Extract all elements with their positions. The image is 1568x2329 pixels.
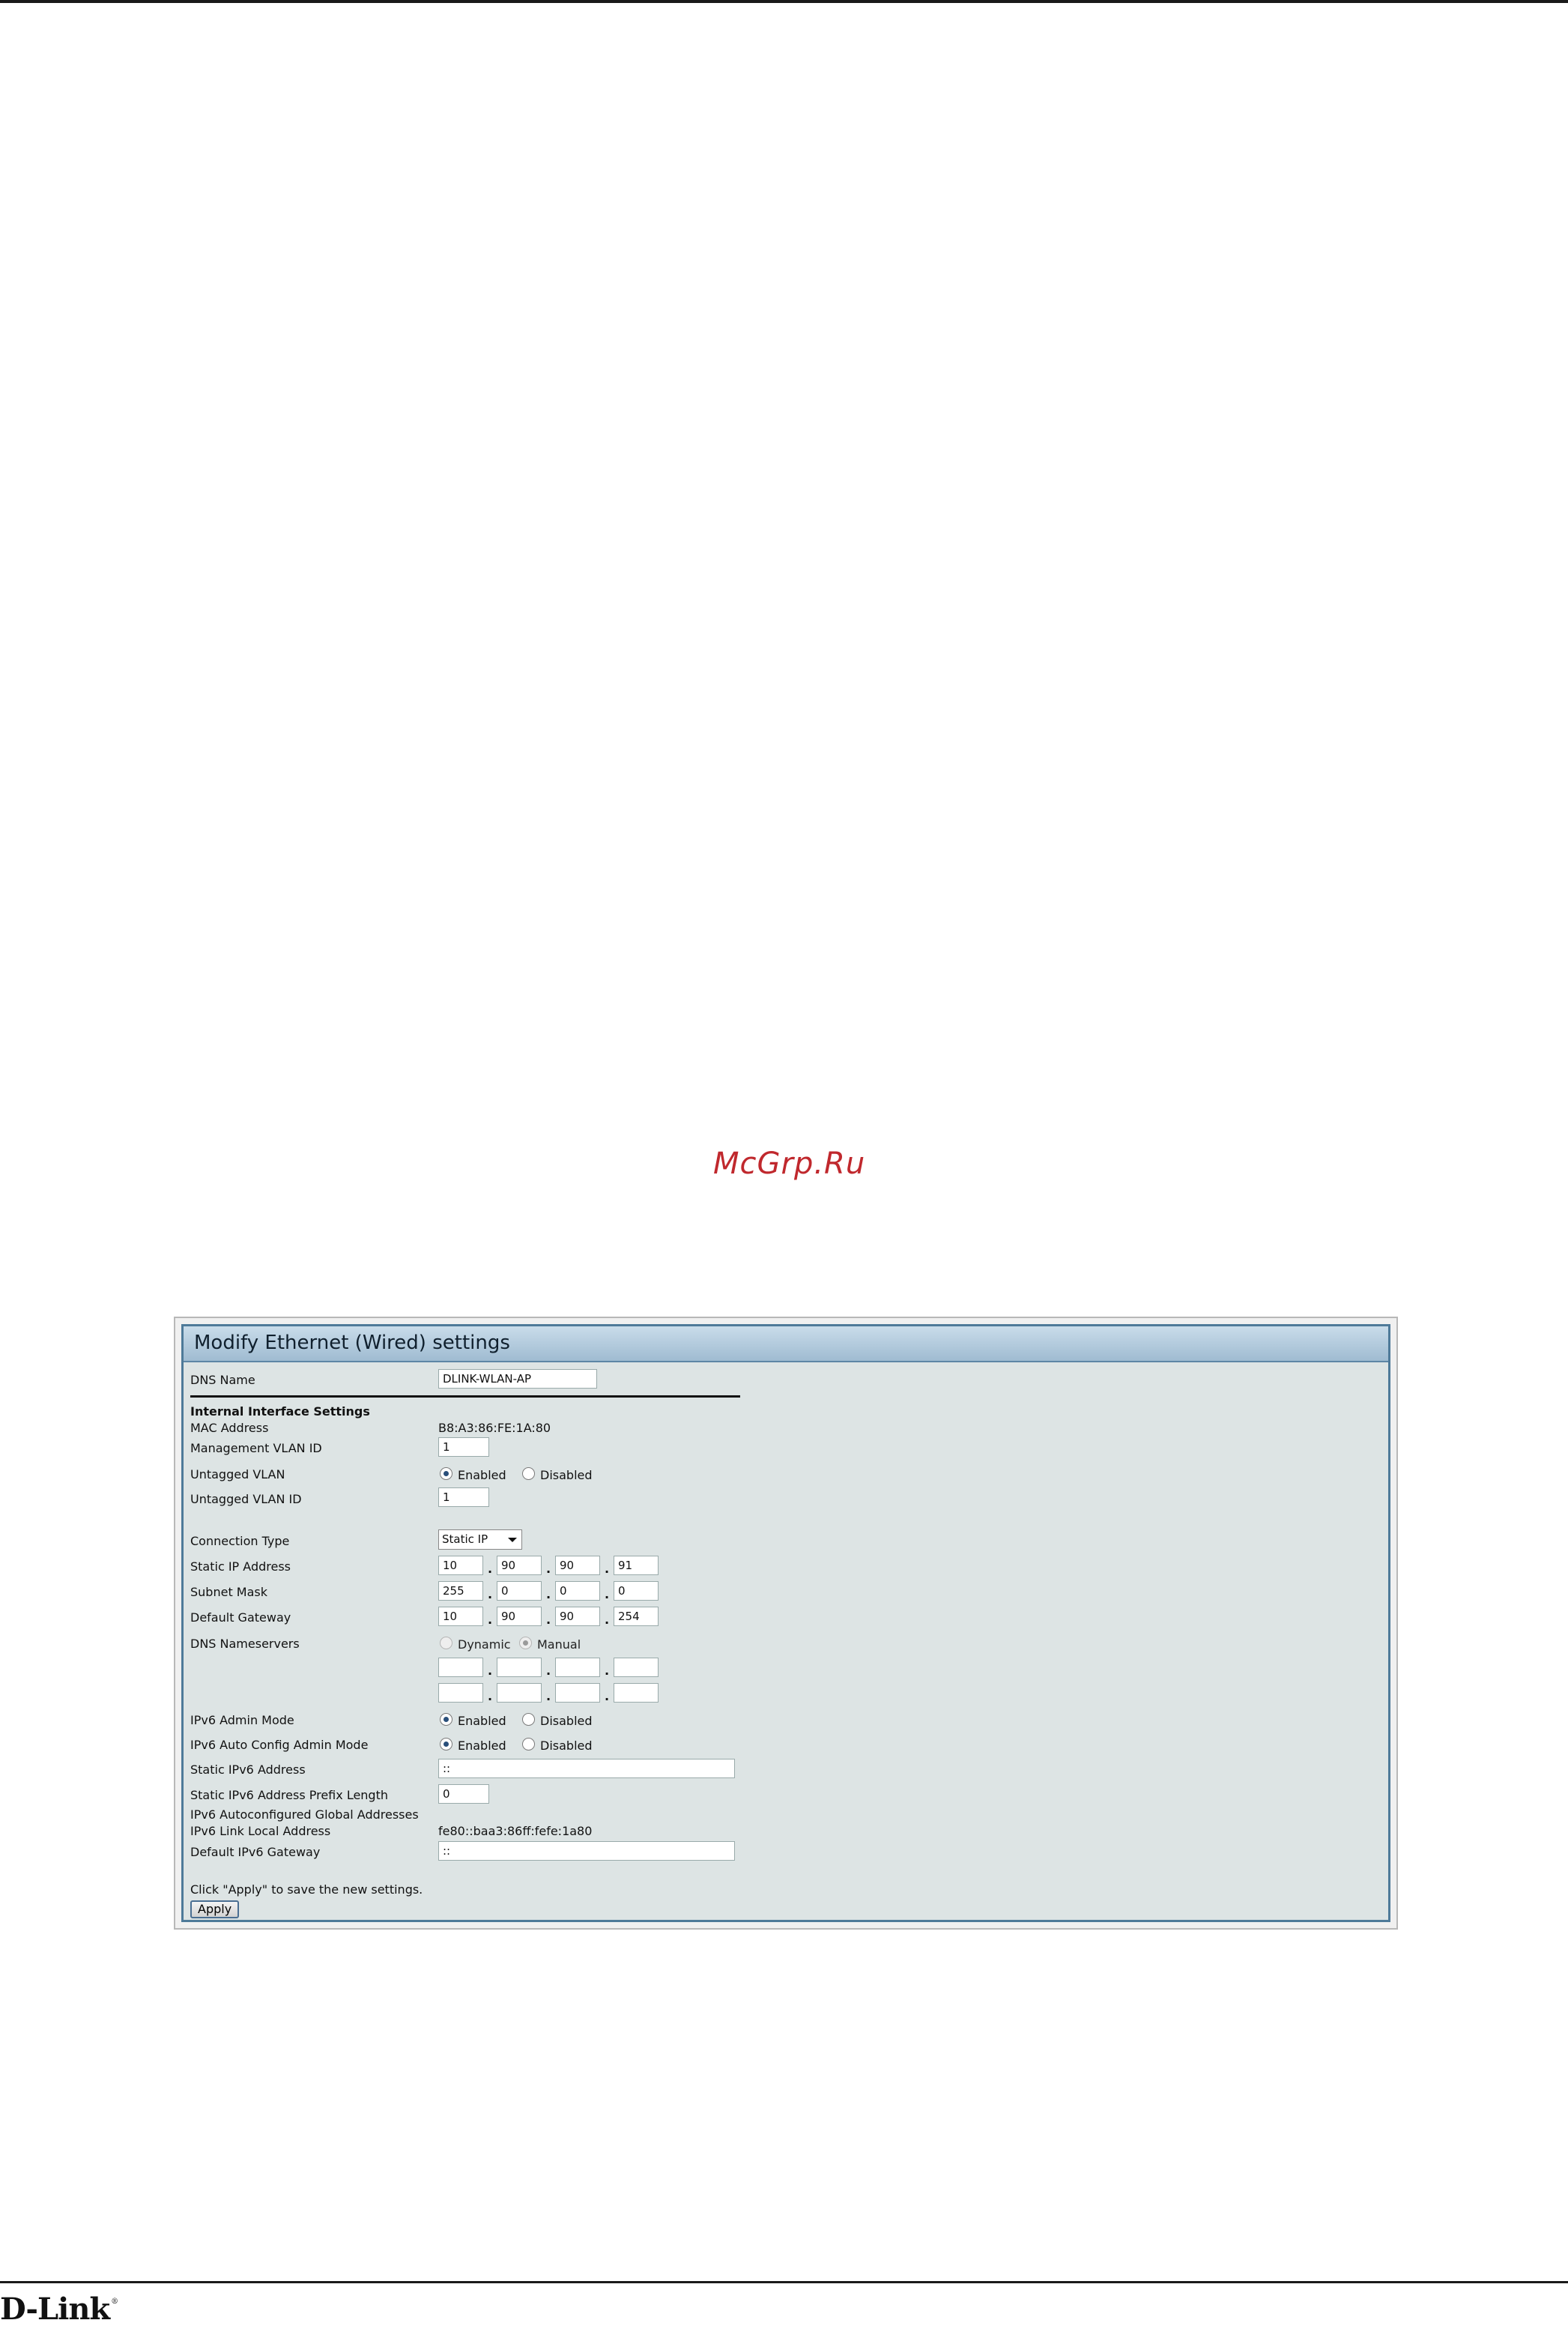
untagged-vlan-id-label: Untagged VLAN ID	[190, 1492, 302, 1506]
dns2-octet-2[interactable]	[497, 1683, 542, 1703]
section-title: Internal Interface Settings	[190, 1404, 370, 1419]
subnet-octet-2[interactable]: 0	[497, 1581, 542, 1601]
dns1-octet-1[interactable]	[438, 1658, 483, 1677]
ipv6-admin-enabled-label: Enabled	[458, 1714, 506, 1728]
registered-mark: ®	[111, 2298, 118, 2306]
ipv6-link-local-label: IPv6 Link Local Address	[190, 1824, 331, 1838]
gateway-octet-3[interactable]: 90	[555, 1607, 600, 1626]
ipv6-auto-enabled-label: Enabled	[458, 1739, 506, 1753]
bottom-rule	[0, 2281, 1568, 2283]
ipv6-autoconf-global-label: IPv6 Autoconfigured Global Addresses	[190, 1807, 419, 1822]
octet-separator: .	[546, 1664, 551, 1678]
untagged-vlan-disabled-label: Disabled	[540, 1468, 593, 1482]
watermark: McGrp.Ru	[713, 1147, 866, 1181]
static-ip-label: Static IP Address	[190, 1559, 291, 1574]
management-vlan-label: Management VLAN ID	[190, 1441, 322, 1455]
subnet-octet-3[interactable]: 0	[555, 1581, 600, 1601]
dns-nameservers-label: DNS Nameservers	[190, 1637, 300, 1651]
dns2-octet-4[interactable]	[614, 1683, 659, 1703]
gateway-octet-2[interactable]: 90	[497, 1607, 542, 1626]
mac-address-label: MAC Address	[190, 1421, 269, 1435]
panel-title: Modify Ethernet (Wired) settings	[194, 1332, 510, 1354]
subnet-octet-4[interactable]: 0	[614, 1581, 659, 1601]
management-vlan-input[interactable]: 1	[438, 1437, 489, 1457]
octet-separator: .	[488, 1689, 493, 1703]
mac-address-value: B8:A3:86:FE:1A:80	[438, 1421, 551, 1435]
subnet-octet-1[interactable]: 255	[438, 1581, 483, 1601]
static-ip-octet-1[interactable]: 10	[438, 1556, 483, 1575]
untagged-vlan-id-input[interactable]: 1	[438, 1487, 489, 1507]
octet-separator: .	[605, 1587, 610, 1601]
untagged-vlan-disabled-radio[interactable]	[522, 1467, 535, 1480]
chevron-down-icon	[508, 1538, 517, 1542]
subnet-mask-label: Subnet Mask	[190, 1585, 268, 1599]
ipv6-admin-disabled-label: Disabled	[540, 1714, 593, 1728]
octet-separator: .	[546, 1689, 551, 1703]
dlink-logo: D-Link ®	[0, 2292, 118, 2327]
logo-text: D-Link	[0, 2292, 110, 2327]
settings-panel-inner: Modify Ethernet (Wired) settings DNS Nam…	[181, 1324, 1390, 1922]
ipv6-admin-disabled-radio[interactable]	[522, 1713, 535, 1726]
dns2-octet-3[interactable]	[555, 1683, 600, 1703]
octet-separator: .	[546, 1613, 551, 1627]
dns2-octet-1[interactable]	[438, 1683, 483, 1703]
untagged-vlan-label: Untagged VLAN	[190, 1467, 285, 1481]
static-ip-octet-3[interactable]: 90	[555, 1556, 600, 1575]
connection-type-value: Static IP	[442, 1532, 488, 1546]
dns-name-input[interactable]: DLINK-WLAN-AP	[438, 1369, 597, 1389]
ipv6-auto-disabled-label: Disabled	[540, 1739, 593, 1753]
form-area: DNS Name DLINK-WLAN-AP Internal Interfac…	[184, 1362, 1388, 1920]
ipv6-auto-disabled-radio[interactable]	[522, 1738, 535, 1750]
top-rule	[0, 0, 1568, 3]
static-ipv6-label: Static IPv6 Address	[190, 1762, 306, 1777]
octet-separator: .	[546, 1587, 551, 1601]
gateway-octet-4[interactable]: 254	[614, 1607, 659, 1626]
default-gateway-label: Default Gateway	[190, 1610, 291, 1625]
static-ipv6-input[interactable]: ::	[438, 1759, 735, 1778]
settings-panel: Modify Ethernet (Wired) settings DNS Nam…	[174, 1317, 1398, 1930]
gateway-octet-1[interactable]: 10	[438, 1607, 483, 1626]
static-ipv6-prefix-input[interactable]: 0	[438, 1784, 489, 1804]
ipv6-auto-config-label: IPv6 Auto Config Admin Mode	[190, 1738, 369, 1752]
octet-separator: .	[605, 1689, 610, 1703]
connection-type-label: Connection Type	[190, 1534, 290, 1548]
panel-header: Modify Ethernet (Wired) settings	[184, 1326, 1388, 1362]
default-ipv6-gateway-input[interactable]: ::	[438, 1841, 735, 1861]
default-ipv6-gateway-label: Default IPv6 Gateway	[190, 1845, 321, 1859]
dns-dynamic-radio[interactable]	[440, 1637, 452, 1649]
dns-name-label: DNS Name	[190, 1373, 255, 1387]
dns-manual-label: Manual	[537, 1637, 581, 1652]
dns-dynamic-label: Dynamic	[458, 1637, 511, 1652]
octet-separator: .	[546, 1562, 551, 1576]
dns1-octet-3[interactable]	[555, 1658, 600, 1677]
static-ip-octet-4[interactable]: 91	[614, 1556, 659, 1575]
section-divider	[190, 1395, 740, 1398]
dns1-octet-2[interactable]	[497, 1658, 542, 1677]
ipv6-link-local-value: fe80::baa3:86ff:fefe:1a80	[438, 1824, 593, 1838]
octet-separator: .	[488, 1587, 493, 1601]
untagged-vlan-enabled-label: Enabled	[458, 1468, 506, 1482]
apply-button[interactable]: Apply	[190, 1900, 240, 1918]
dns-manual-radio[interactable]	[519, 1637, 532, 1649]
octet-separator: .	[605, 1562, 610, 1576]
octet-separator: .	[488, 1664, 493, 1678]
octet-separator: .	[605, 1664, 610, 1678]
ipv6-auto-enabled-radio[interactable]	[440, 1738, 452, 1750]
ipv6-admin-enabled-radio[interactable]	[440, 1713, 452, 1726]
ipv6-admin-mode-label: IPv6 Admin Mode	[190, 1713, 294, 1727]
connection-type-select[interactable]: Static IP	[438, 1529, 522, 1550]
octet-separator: .	[488, 1562, 493, 1576]
octet-separator: .	[488, 1613, 493, 1627]
octet-separator: .	[605, 1613, 610, 1627]
apply-hint: Click "Apply" to save the new settings.	[190, 1882, 423, 1897]
static-ip-octet-2[interactable]: 90	[497, 1556, 542, 1575]
untagged-vlan-enabled-radio[interactable]	[440, 1467, 452, 1480]
dns1-octet-4[interactable]	[614, 1658, 659, 1677]
static-ipv6-prefix-label: Static IPv6 Address Prefix Length	[190, 1788, 388, 1802]
